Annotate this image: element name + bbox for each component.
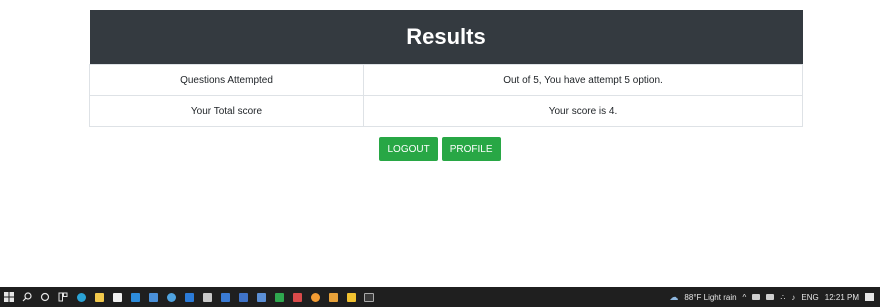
app-icon[interactable] — [360, 287, 378, 307]
notification-icon[interactable] — [865, 293, 874, 301]
total-score-label: Your Total score — [89, 95, 364, 127]
app-icon[interactable] — [288, 287, 306, 307]
action-buttons: LOGOUT PROFILE — [0, 137, 880, 161]
app-icon[interactable] — [270, 287, 288, 307]
terminal-icon[interactable] — [144, 287, 162, 307]
vscode-icon[interactable] — [180, 287, 198, 307]
chrome-icon[interactable] — [162, 287, 180, 307]
widgets-icon[interactable] — [54, 287, 72, 307]
clock[interactable]: 12:21 PM — [825, 293, 859, 302]
page: Results Questions Attempted Out of 5, Yo… — [0, 0, 880, 307]
language-indicator[interactable]: ENG — [801, 293, 818, 302]
chevron-up-icon[interactable]: ^ — [743, 293, 747, 302]
app-icon[interactable] — [342, 287, 360, 307]
taskbar: ☁ 88°F Light rain ^ ∴ ♪ ENG 12:21 PM — [0, 287, 880, 307]
weather-icon: ☁ — [669, 291, 679, 302]
results-table: Results Questions Attempted Out of 5, Yo… — [89, 10, 803, 127]
profile-button[interactable]: PROFILE — [441, 137, 501, 161]
logout-button[interactable]: LOGOUT — [379, 137, 438, 161]
search-icon[interactable] — [18, 287, 36, 307]
app-icon[interactable] — [216, 287, 234, 307]
weather-text[interactable]: 88°F Light rain — [684, 293, 736, 302]
app-icon[interactable] — [198, 287, 216, 307]
questions-attempted-value: Out of 5, You have attempt 5 option. — [363, 64, 803, 96]
edge-icon[interactable] — [72, 287, 90, 307]
total-score-value: Your score is 4. — [363, 95, 803, 127]
questions-attempted-label: Questions Attempted — [89, 64, 364, 96]
volume-icon[interactable]: ♪ — [791, 293, 795, 302]
mail-icon[interactable] — [126, 287, 144, 307]
task-view-icon[interactable] — [36, 287, 54, 307]
battery-icon[interactable] — [766, 294, 775, 300]
store-icon[interactable] — [108, 287, 126, 307]
table-row: Questions Attempted Out of 5, You have a… — [89, 64, 803, 96]
windows-start-icon[interactable] — [0, 287, 18, 307]
wifi-icon[interactable]: ∴ — [780, 293, 785, 302]
cloud-icon[interactable] — [752, 294, 761, 300]
file-explorer-icon[interactable] — [90, 287, 108, 307]
table-row: Your Total score Your score is 4. — [89, 95, 803, 127]
app-icon[interactable] — [324, 287, 342, 307]
app-icon[interactable] — [234, 287, 252, 307]
taskbar-apps — [0, 287, 378, 307]
results-title: Results — [89, 10, 803, 65]
app-icon[interactable] — [306, 287, 324, 307]
app-icon[interactable] — [252, 287, 270, 307]
system-tray: ☁ 88°F Light rain ^ ∴ ♪ ENG 12:21 PM — [669, 287, 880, 307]
